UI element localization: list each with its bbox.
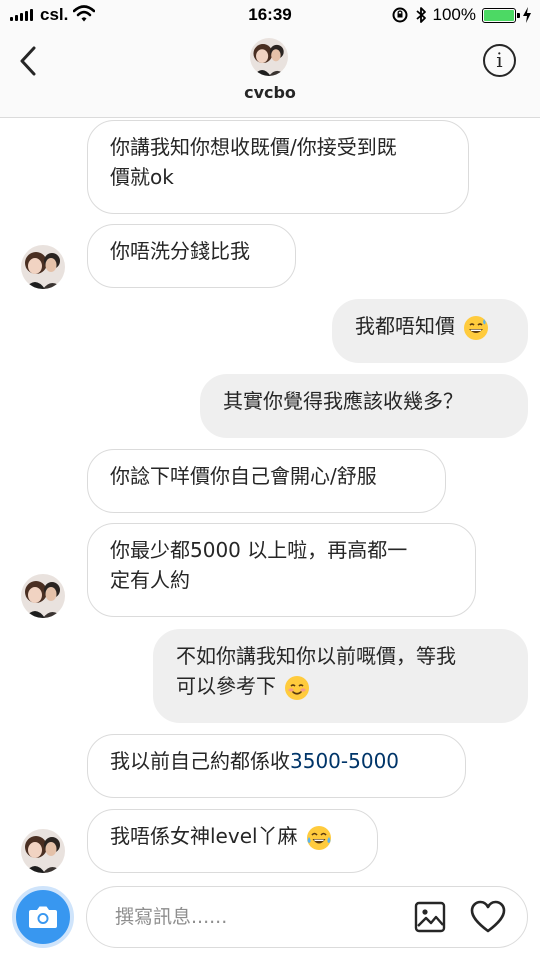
incoming-message[interactable]: 你諗下咩價你自己會開心/舒服 xyxy=(87,449,446,513)
chevron-left-icon[interactable] xyxy=(14,44,44,78)
avatar[interactable] xyxy=(21,245,65,289)
message-text-line: 我都唔知價 xyxy=(355,314,455,338)
outgoing-message[interactable]: 我都唔知價 xyxy=(332,299,528,363)
message-text-line: 我唔係女神level丫麻 xyxy=(110,824,298,848)
message-text-line: 其實你覺得我應該收幾多？ xyxy=(223,389,463,413)
message-text-line: 你最少都5000 以上啦，再高都一 xyxy=(110,538,408,562)
message-text-line: 價就ok xyxy=(110,165,174,189)
message-thread[interactable]: 你講我知你想收既價/你接受到既 價就ok 你唔洗分錢比我 我都唔知價 其實你覺得… xyxy=(0,118,540,880)
message-text-line: 不如你講我知你以前嘅價，等我 xyxy=(176,644,456,668)
message-text-line: 定有人約 xyxy=(110,568,190,592)
status-bar: csl. 16:39 100% xyxy=(0,0,540,30)
incoming-message[interactable]: 你講我知你想收既價/你接受到既 價就ok xyxy=(87,120,469,214)
incoming-message[interactable]: 我唔係女神level丫麻 xyxy=(87,809,378,873)
heart-icon[interactable] xyxy=(470,900,506,934)
price-range-link[interactable]: 3500-5000 xyxy=(290,749,399,773)
smiling-blush-emoji xyxy=(285,675,310,700)
message-input[interactable] xyxy=(86,886,528,948)
bluetooth-icon xyxy=(415,7,426,23)
tears-of-joy-emoji xyxy=(306,825,331,850)
message-text-line: 你唔洗分錢比我 xyxy=(110,239,250,263)
avatar[interactable] xyxy=(21,829,65,873)
avatar[interactable] xyxy=(21,574,65,618)
outgoing-message[interactable]: 不如你講我知你以前嘅價，等我 可以參考下 xyxy=(153,629,528,723)
incoming-message[interactable]: 我以前自己約都係收3500-5000 xyxy=(87,734,466,798)
orientation-lock-icon xyxy=(392,7,408,23)
message-text-line: 你講我知你想收既價/你接受到既 xyxy=(110,135,397,159)
info-glyph: i xyxy=(496,48,503,72)
grinning-sweat-emoji xyxy=(464,315,489,340)
battery-percent: 100% xyxy=(432,5,476,24)
message-text-line: 可以參考下 xyxy=(176,674,276,698)
chat-username[interactable]: cvcbo xyxy=(0,83,540,102)
incoming-message[interactable]: 你唔洗分錢比我 xyxy=(87,224,296,288)
message-text-line: 我以前自己約都係收 xyxy=(110,749,290,773)
camera-icon xyxy=(29,906,57,928)
incoming-message[interactable]: 你最少都5000 以上啦，再高都一 定有人約 xyxy=(87,523,476,617)
outgoing-message[interactable]: 其實你覺得我應該收幾多？ xyxy=(200,374,528,438)
message-text-line: 你諗下咩價你自己會開心/舒服 xyxy=(110,464,377,488)
camera-button[interactable] xyxy=(12,886,74,948)
battery-icon xyxy=(482,7,520,23)
gallery-icon[interactable] xyxy=(414,901,446,933)
info-icon[interactable]: i xyxy=(483,44,516,77)
chat-header: cvcbo i xyxy=(0,30,540,118)
avatar[interactable] xyxy=(250,38,288,76)
message-composer xyxy=(0,880,540,960)
charging-bolt-icon xyxy=(523,7,531,23)
